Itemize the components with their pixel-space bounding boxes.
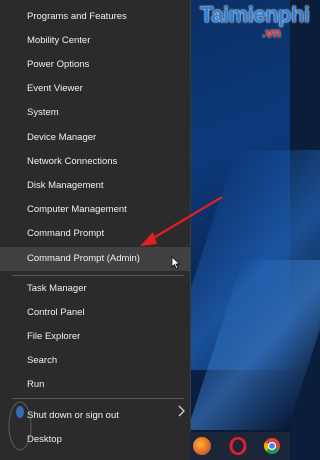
mouse-cursor-icon	[171, 256, 181, 270]
chrome-icon[interactable]	[263, 437, 281, 455]
firefox-icon[interactable]	[193, 437, 211, 455]
opera-icon[interactable]	[229, 437, 247, 455]
red-pointer-arrow-icon	[140, 196, 223, 246]
